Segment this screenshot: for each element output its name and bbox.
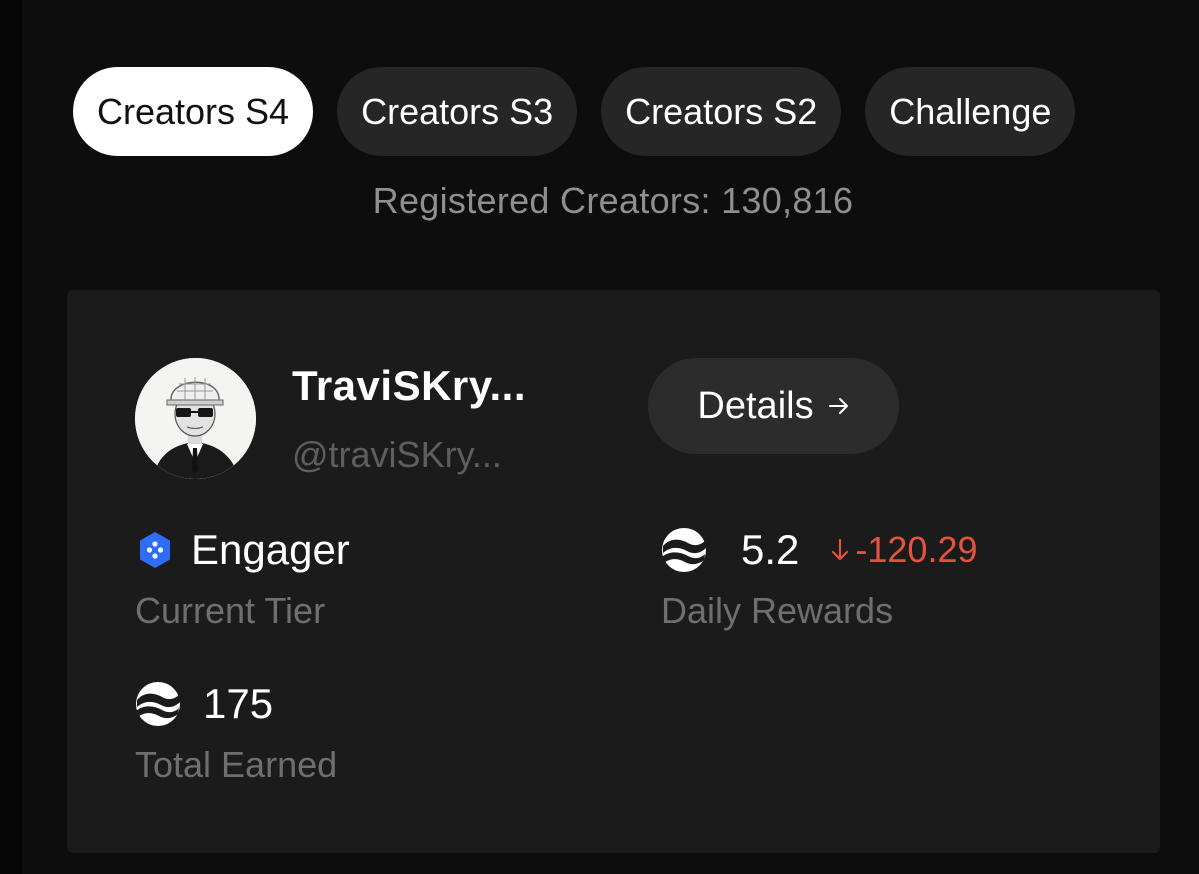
token-logo-icon <box>662 528 706 572</box>
daily-rewards-row: 5.2 -120.29 <box>661 526 978 574</box>
app-frame: Creators S4 Creators S3 Creators S2 Chal… <box>0 0 1199 874</box>
avatar[interactable] <box>135 358 256 479</box>
tab-creators-s4[interactable]: Creators S4 <box>73 67 314 156</box>
creator-name: TraviSKry... <box>292 362 527 409</box>
registered-creators-count: Registered Creators: 130,816 <box>372 180 854 221</box>
tier-label: Current Tier <box>135 590 326 631</box>
tier-value: Engager <box>191 526 350 573</box>
tab-creators-s2[interactable]: Creators S2 <box>601 67 842 156</box>
total-earned-value: 175 <box>203 680 274 727</box>
daily-rewards-change: -120.29 <box>829 529 978 571</box>
total-earned-label: Total Earned <box>135 744 338 785</box>
details-button[interactable]: Details <box>648 358 899 454</box>
token-logo-icon <box>136 682 180 726</box>
creator-handle: @traviSKry... <box>292 434 502 475</box>
details-button-label: Details <box>697 384 814 427</box>
daily-rewards-label: Daily Rewards <box>661 590 894 631</box>
hexagon-badge-icon <box>140 532 170 568</box>
tab-creators-s3[interactable]: Creators S3 <box>337 67 578 156</box>
left-edge-divider <box>0 0 22 874</box>
tier-row: Engager <box>137 526 350 574</box>
avatar-illustration <box>135 358 256 479</box>
season-tabs: Creators S4 Creators S3 Creators S2 Chal… <box>73 67 1076 156</box>
tab-challenge[interactable]: Challenge <box>865 67 1076 156</box>
arrow-right-icon <box>828 398 848 414</box>
creator-card: TraviSKry... @traviSKry... Details Engag… <box>67 290 1160 853</box>
daily-rewards-value: 5.2 <box>741 526 800 573</box>
arrow-down-icon <box>832 538 849 561</box>
total-earned-row: 175 <box>135 680 273 728</box>
daily-rewards-change-value: -120.29 <box>855 529 978 570</box>
